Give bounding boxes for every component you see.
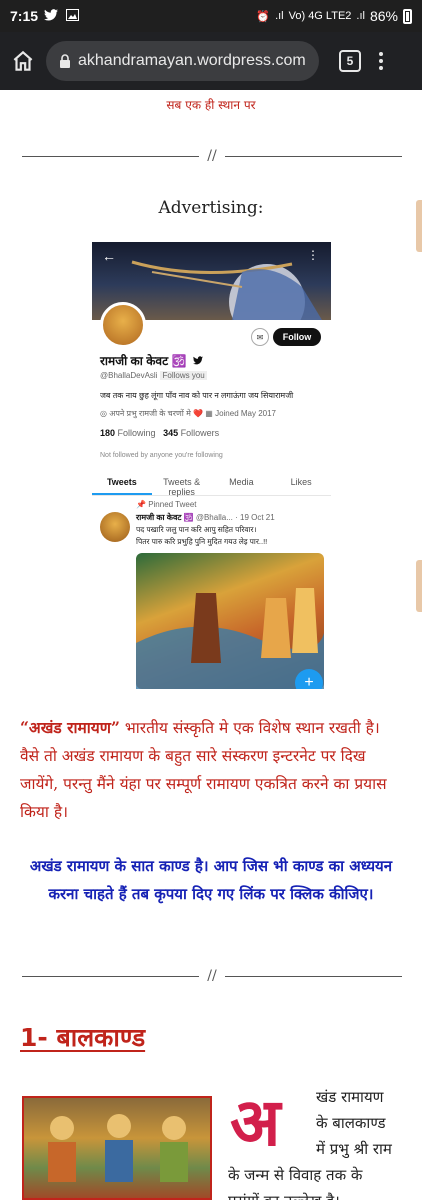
- intro-bold: “अखंड रामायण”: [20, 718, 120, 737]
- gallery-icon: [66, 9, 80, 24]
- advertising-label: Advertising:: [158, 198, 264, 218]
- twitter-profile-image[interactable]: ← ⋮ ✉ Follow रामजी का केवट 🕉️ @BhallaDev…: [92, 242, 331, 689]
- home-icon[interactable]: [10, 48, 36, 74]
- location-icon: ◎: [100, 409, 110, 418]
- tab-tweets: Tweets: [92, 474, 152, 495]
- tab-likes: Likes: [290, 477, 312, 487]
- battery-percentage: 86%: [369, 8, 398, 24]
- twitter-icon: [44, 9, 61, 24]
- url-text: akhandramayan.wordpress.com: [78, 52, 306, 69]
- scroll-handle[interactable]: [416, 200, 422, 252]
- site-tagline: सब एक ही स्थान पर: [166, 98, 256, 112]
- signal-icon-2: .ıl: [356, 10, 365, 22]
- profile-tabs: Tweets Tweets & replies Media Likes: [92, 474, 331, 497]
- follow-button: Follow: [273, 328, 321, 346]
- lock-icon: [60, 54, 70, 68]
- compose-tweet-icon: +: [295, 669, 323, 689]
- scroll-handle-2[interactable]: [416, 560, 422, 612]
- profile-bio: जब तक नाय छुह लूंगा पाँव नाव को पार न लग…: [100, 391, 294, 400]
- address-bar[interactable]: akhandramayan.wordpress.com: [46, 41, 319, 81]
- separator-2: //: [22, 968, 402, 984]
- kand-intro-paragraph: अखंड रामायण के सात काण्ड है। आप जिस भी क…: [29, 857, 393, 903]
- signal-icon: .ıl: [275, 10, 284, 22]
- balkand-text: खंड रामायण के बालकाण्ड में प्रभु श्री रा…: [228, 1088, 392, 1200]
- separator: //: [22, 148, 402, 164]
- message-icon: ✉: [251, 328, 269, 346]
- status-time: 7:15: [10, 8, 39, 24]
- calendar-icon: ▦: [205, 409, 216, 418]
- more-icon: ⋮: [307, 248, 319, 262]
- battery-icon: [403, 8, 412, 24]
- profile-avatar: [100, 302, 146, 348]
- tweet-header: रामजी का केवट 🕉️ @Bhalla... · 19 Oct 21: [136, 513, 275, 522]
- status-bar: 7:15 ⏰ .ıl Vo) 4G LTE2 .ıl 86%: [0, 0, 422, 32]
- profile-handle: @BhallaDevAsli Follows you: [100, 371, 207, 380]
- profile-name: रामजी का केवट 🕉️: [100, 352, 203, 369]
- intro-paragraph: “अखंड रामायण” भारतीय संस्कृति मे एक विशे…: [20, 718, 387, 821]
- browser-toolbar: akhandramayan.wordpress.com 5: [0, 32, 422, 90]
- browser-menu-icon[interactable]: [379, 52, 383, 70]
- pin-icon: 📌: [136, 500, 149, 509]
- tweet-avatar: [100, 512, 130, 542]
- tab-media: Media: [229, 477, 254, 487]
- tab-tweets-replies: Tweets & replies: [163, 477, 201, 497]
- balkand-image: [22, 1096, 212, 1200]
- not-followed-note: Not followed by anyone you're following: [100, 452, 223, 459]
- alarm-icon: ⏰: [256, 10, 271, 23]
- profile-meta: ◎ अपने प्रभु रामजी के चरणों मे ❤️ ▦ Join…: [100, 409, 276, 418]
- tweet-text: पद पखारि जलु पान करि आपु सहित परिवार। पि…: [136, 525, 268, 546]
- section-title-balkand[interactable]: 1- बालकाण्ड: [20, 1020, 145, 1054]
- tweet-image: [136, 553, 324, 689]
- twitter-bird-icon: [192, 356, 203, 365]
- back-arrow-icon: ←: [102, 248, 116, 264]
- pinned-label: 📌 Pinned Tweet: [136, 500, 197, 509]
- network-label: Vo) 4G LTE2: [288, 10, 352, 22]
- tab-switcher-button[interactable]: 5: [339, 50, 361, 72]
- profile-stats: 180 Following 345 Followers: [100, 428, 220, 438]
